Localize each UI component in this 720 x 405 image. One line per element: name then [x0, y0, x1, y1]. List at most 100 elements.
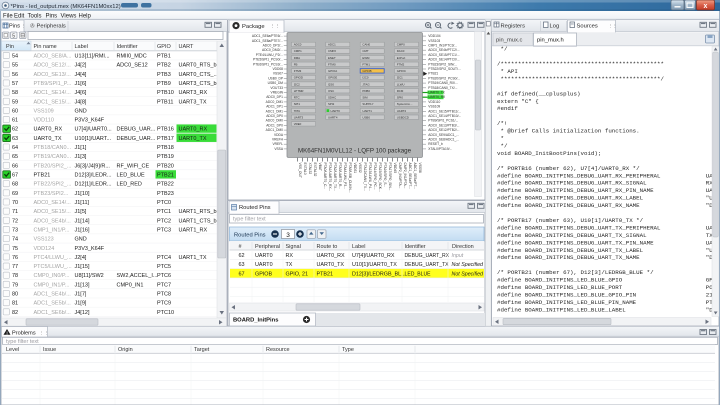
svg-text:PDB0: PDB0: [362, 89, 370, 93]
svg-text:CMP2_IN1/PTA...: CMP2_IN1/PTA...: [403, 163, 407, 189]
svg-text:I2C2: I2C2: [294, 82, 300, 86]
svg-text:VREFL: VREFL: [273, 142, 284, 146]
svg-text:D12[1]/LEDR...: D12[1]/LEDR...: [75, 182, 112, 188]
svg-text:Peripheral: Peripheral: [255, 244, 280, 250]
svg-text:GPIO, 21: GPIO, 21: [286, 271, 308, 277]
svg-text:U8[11]/SW2: U8[11]/SW2: [75, 273, 104, 279]
svg-text:3: 3: [286, 232, 290, 239]
svg-text:Route to: Route to: [317, 244, 338, 250]
svg-text:ADC0_SE9/ADC1_...: ADC0_SE9/ADC1_...: [428, 133, 459, 137]
svg-text:LLWU: LLWU: [397, 82, 405, 86]
svg-text:63: 63: [12, 136, 18, 142]
svg-text:VSS109: VSS109: [428, 105, 440, 109]
svg-text:ADC0_SE8/A...: ADC0_SE8/A...: [34, 54, 72, 60]
svg-text:J4[6]: J4[6]: [75, 90, 87, 96]
svg-text:RX: RX: [286, 253, 294, 259]
svg-text:/* PORTB17 (number 63), U10[1]: /* PORTB17 (number 63), U10[1]/UART0_TX …: [497, 217, 644, 224]
svg-text:#define BOARD_INITPINS_DEBUG_U: #define BOARD_INITPINS_DEBUG_UART_TX_PIN…: [497, 239, 720, 246]
svg-text:Pin name: Pin name: [34, 44, 57, 50]
svg-text:UART0_TX: UART0_TX: [428, 91, 445, 95]
svg-text:U10[1]/UART0_TX: U10[1]/UART0_TX: [352, 262, 397, 268]
svg-text:UART0_RX: UART0_RX: [317, 253, 345, 259]
svg-text:#define BOARD_INITPINS_DEBUG_U: #define BOARD_INITPINS_DEBUG_UART_RX_PIN…: [497, 187, 720, 194]
svg-text:ADC1_SE4a/PT...: ADC1_SE4a/PT...: [408, 163, 412, 189]
svg-text:73: 73: [12, 227, 18, 233]
svg-text:J1[7]: J1[7]: [75, 292, 87, 298]
svg-text:LED_RED: LED_RED: [117, 182, 142, 188]
svg-text:Peripherals: Peripherals: [37, 24, 66, 30]
svg-text:I2C1: I2C1: [397, 76, 403, 80]
svg-text:VDD104: VDD104: [428, 34, 440, 38]
svg-text:UART0_TX: UART0_TX: [317, 262, 345, 268]
svg-text:FTM2: FTM2: [397, 62, 405, 66]
svg-text:PTA4/LLWU_P3...: PTA4/LLWU_P3...: [343, 163, 347, 190]
svg-text:J4[12]: J4[12]: [75, 310, 90, 316]
svg-text:PTA14/SPI0_PC...: PTA14/SPI0_PC...: [373, 163, 377, 190]
svg-text:SystemCo...: SystemCo...: [397, 102, 413, 106]
svg-text:OSC: OSC: [328, 89, 334, 93]
svg-text:* @brief Calls initialization: * @brief Calls initialization functions.: [497, 128, 640, 135]
svg-text:U10[1]/UART...: U10[1]/UART...: [75, 136, 112, 142]
svg-text:DEBUG_UART_TX: DEBUG_UART_TX: [405, 262, 450, 268]
svg-text:#define BOARD_INITPINS_DEBUG_U: #define BOARD_INITPINS_DEBUG_UART_RX_SIG…: [497, 180, 713, 187]
svg-text:FTM1: FTM1: [362, 62, 370, 66]
svg-text:79: 79: [12, 282, 18, 288]
svg-text:62: 62: [12, 127, 18, 133]
svg-text:67: 67: [12, 173, 18, 179]
svg-text:#define BOARD_INITPINS_LED_BLU: #define BOARD_INITPINS_LED_BLUE_PIN_NAME…: [497, 299, 720, 306]
svg-text:72: 72: [12, 218, 18, 224]
svg-text:*: *: [497, 135, 504, 142]
svg-text:ADC0_SE4b/PTC2/...: ADC0_SE4b/PTC2/...: [428, 48, 459, 52]
svg-text:VSS32: VSS32: [358, 163, 362, 173]
svg-text:PTB19: PTB19: [157, 154, 174, 160]
svg-text:PTA2/UART0_TX...: PTA2/UART0_TX...: [333, 163, 337, 192]
svg-text:#define BOARD_INITPINS_LED_BLU: #define BOARD_INITPINS_LED_BLUE_LABEL "D…: [497, 306, 720, 313]
svg-text:USBDCD: USBDCD: [397, 115, 409, 119]
svg-text:PTB23: PTB23: [157, 191, 174, 197]
svg-text:75: 75: [12, 246, 18, 252]
svg-text:UART3: UART3: [294, 115, 304, 119]
svg-text:P3V3_K64F: P3V3_K64F: [75, 246, 105, 252]
svg-text:LED_BLUE: LED_BLUE: [117, 173, 145, 179]
svg-text:GND: GND: [75, 108, 87, 114]
svg-text:PTC6: PTC6: [157, 273, 171, 279]
svg-text:DMA: DMA: [294, 56, 300, 60]
svg-text:RESET_b: RESET_b: [428, 142, 443, 146]
svg-text:ADC0_SE15/...: ADC0_SE15/...: [34, 209, 72, 215]
svg-text:VREGIN: VREGIN: [271, 91, 284, 95]
svg-text:ADC0_DP0: ADC0_DP0: [266, 114, 283, 118]
svg-text:ADC0_DP2/...: ADC0_DP2/...: [263, 44, 284, 48]
svg-text:ADC0_SE13/...: ADC0_SE13/...: [34, 72, 72, 78]
svg-text:71: 71: [12, 209, 18, 215]
svg-text:ADC1_SE14/...: ADC1_SE14/...: [34, 90, 72, 96]
svg-text:PTC9: PTC9: [157, 301, 171, 307]
svg-text:65: 65: [12, 154, 18, 160]
svg-text:61: 61: [12, 118, 18, 124]
svg-text:J6[3]/J4[9]/R...: J6[3]/J4[9]/R...: [75, 163, 111, 169]
svg-text:PTB23/SPI2...: PTB23/SPI2...: [34, 191, 69, 197]
svg-text:59: 59: [12, 99, 18, 105]
svg-text:PTB20: PTB20: [157, 163, 174, 169]
svg-text:Pin: Pin: [6, 44, 14, 50]
svg-text:67: 67: [239, 271, 245, 277]
svg-text:55: 55: [12, 63, 18, 69]
svg-text:Problems: Problems: [12, 331, 36, 337]
svg-text:Sources: Sources: [577, 24, 598, 30]
svg-text:68: 68: [12, 182, 18, 188]
svg-text:J4[8]: J4[8]: [75, 99, 87, 105]
svg-text:CMP2: CMP2: [328, 49, 336, 53]
svg-text:ADC0_DP1: ADC0_DP1: [266, 95, 283, 99]
svg-text:/* PORTB21 (number 67), D12[3]: /* PORTB21 (number 67), D12[3]/LEDRGB_BL…: [497, 269, 654, 276]
svg-text:/* PORTB16 (number 62), U7[4]/: /* PORTB16 (number 62), U7[4]/UART0_RX *…: [497, 165, 640, 172]
svg-text:#define BOARD_INITPINS_LED_BLU: #define BOARD_INITPINS_LED_BLUE_GPIO GPI…: [497, 277, 720, 284]
svg-text:VSS103: VSS103: [428, 39, 440, 43]
svg-text:ADC1_DP0: ADC1_DP0: [266, 123, 283, 127]
svg-text:TX: TX: [286, 262, 293, 268]
svg-text:EXTAL0: EXTAL0: [303, 163, 307, 175]
svg-text:pin_mux.h: pin_mux.h: [537, 38, 564, 44]
svg-text:*Pins - led_output.mex (MK64FN: *Pins - led_output.mex (MK64FN1M0xx12): [11, 4, 121, 10]
svg-text:D12[3]/LEDR...: D12[3]/LEDR...: [75, 173, 112, 179]
svg-text:60: 60: [12, 108, 18, 114]
svg-text:VDD110: VDD110: [428, 100, 440, 104]
svg-text:#define BOARD_INITPINS_DEBUG_U: #define BOARD_INITPINS_DEBUG_UART_TX_SIG…: [497, 232, 713, 239]
